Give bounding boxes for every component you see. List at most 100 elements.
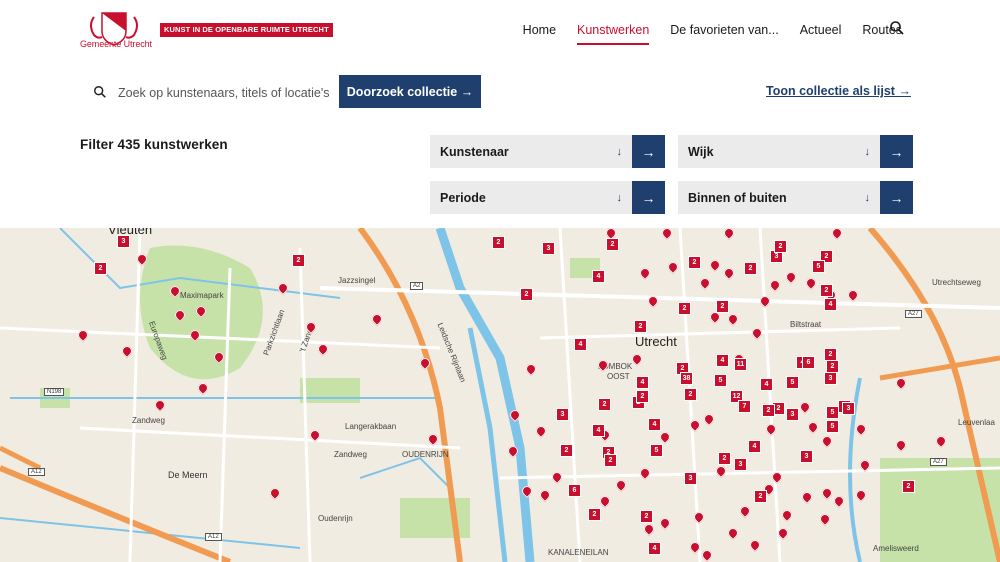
map-cluster-marker[interactable]: 5 — [826, 420, 839, 433]
map-pin-icon[interactable] — [936, 436, 946, 450]
map-cluster-marker[interactable]: 2 — [640, 510, 653, 523]
map-cluster-marker[interactable]: 2 — [902, 480, 915, 493]
map-cluster-marker[interactable]: 11 — [734, 358, 747, 371]
map-cluster-marker[interactable]: 3 — [117, 235, 130, 248]
map-cluster-marker[interactable]: 2 — [774, 240, 787, 253]
map-pin-icon[interactable] — [420, 358, 430, 372]
map-pin-icon[interactable] — [710, 312, 720, 326]
map-cluster-marker[interactable]: 5 — [650, 444, 663, 457]
map-pin-icon[interactable] — [700, 278, 710, 292]
map-cluster-marker[interactable]: 7 — [738, 400, 751, 413]
map-pin-icon[interactable] — [848, 290, 858, 304]
filter-binnen-buiten-select[interactable]: Binnen of buiten ↓ — [678, 181, 880, 214]
map-cluster-marker[interactable]: 3 — [786, 408, 799, 421]
collection-search-input[interactable] — [116, 76, 334, 110]
map-pin-icon[interactable] — [772, 472, 782, 486]
map-cluster-marker[interactable]: 4 — [574, 338, 587, 351]
map-pin-icon[interactable] — [190, 330, 200, 344]
map-pin-icon[interactable] — [716, 466, 726, 480]
map-cluster-marker[interactable]: 4 — [760, 378, 773, 391]
map-pin-icon[interactable] — [786, 272, 796, 286]
map-cluster-marker[interactable]: 2 — [762, 404, 775, 417]
map-cluster-marker[interactable]: 2 — [688, 256, 701, 269]
map-pin-icon[interactable] — [522, 486, 532, 500]
map-pin-icon[interactable] — [806, 278, 816, 292]
map-cluster-marker[interactable]: 3 — [800, 450, 813, 463]
filter-kunstenaar-select[interactable]: Kunstenaar ↓ — [430, 135, 632, 168]
map-cluster-marker[interactable]: 2 — [636, 390, 649, 403]
search-icon[interactable] — [889, 20, 905, 36]
map-cluster-marker[interactable]: 2 — [606, 238, 619, 251]
map-cluster-marker[interactable]: 2 — [820, 284, 833, 297]
nav-actueel[interactable]: Actueel — [800, 23, 842, 41]
map-pin-icon[interactable] — [710, 260, 720, 274]
map-pin-icon[interactable] — [782, 510, 792, 524]
map-cluster-marker[interactable]: 2 — [598, 398, 611, 411]
map-cluster-marker[interactable]: 2 — [684, 388, 697, 401]
map-pin-icon[interactable] — [766, 424, 776, 438]
map-cluster-marker[interactable]: 6 — [802, 356, 815, 369]
map-pin-icon[interactable] — [536, 426, 546, 440]
nav-favorieten[interactable]: De favorieten van... — [670, 23, 778, 41]
map-pin-icon[interactable] — [662, 228, 672, 242]
show-as-list-link[interactable]: Toon collectie als lijst → — [766, 84, 911, 98]
map-cluster-marker[interactable]: 2 — [588, 508, 601, 521]
map-pin-icon[interactable] — [856, 424, 866, 438]
filter-periode-select[interactable]: Periode ↓ — [430, 181, 632, 214]
map-pin-icon[interactable] — [802, 492, 812, 506]
map-cluster-marker[interactable]: 2 — [94, 262, 107, 275]
map-pin-icon[interactable] — [778, 528, 788, 542]
map-cluster-marker[interactable]: 3 — [824, 372, 837, 385]
nav-kunstwerken[interactable]: Kunstwerken — [577, 23, 650, 45]
filter-wijk-select[interactable]: Wijk ↓ — [678, 135, 880, 168]
map-pin-icon[interactable] — [660, 518, 670, 532]
map-pin-icon[interactable] — [508, 446, 518, 460]
map-pin-icon[interactable] — [724, 268, 734, 282]
map-pin-icon[interactable] — [750, 540, 760, 554]
map-pin-icon[interactable] — [526, 364, 536, 378]
map-cluster-marker[interactable]: 3 — [734, 458, 747, 471]
map-cluster-marker[interactable]: 2 — [678, 302, 691, 315]
map-pin-icon[interactable] — [740, 506, 750, 520]
map-cluster-marker[interactable]: 2 — [744, 262, 757, 275]
arrow-right-button[interactable]: → — [632, 135, 665, 168]
map-cluster-marker[interactable]: 5 — [786, 376, 799, 389]
map-pin-icon[interactable] — [760, 296, 770, 310]
map-pin-icon[interactable] — [896, 440, 906, 454]
map-pin-icon[interactable] — [170, 286, 180, 300]
map-pin-icon[interactable] — [306, 322, 316, 336]
map-pin-icon[interactable] — [196, 306, 206, 320]
map-cluster-marker[interactable]: 3 — [542, 242, 555, 255]
map-cluster-marker[interactable]: 2 — [754, 490, 767, 503]
map-cluster-marker[interactable]: 2 — [492, 236, 505, 249]
map-cluster-marker[interactable]: 3 — [556, 408, 569, 421]
map-cluster-marker[interactable]: 38 — [680, 372, 693, 385]
map-cluster-marker[interactable]: 5 — [812, 260, 825, 273]
map-pin-icon[interactable] — [428, 434, 438, 448]
map-pin-icon[interactable] — [122, 346, 132, 360]
map-pin-icon[interactable] — [78, 330, 88, 344]
map-pin-icon[interactable] — [640, 468, 650, 482]
map-pin-icon[interactable] — [704, 414, 714, 428]
map-pin-icon[interactable] — [896, 378, 906, 392]
map-pin-icon[interactable] — [822, 488, 832, 502]
map-pin-icon[interactable] — [832, 228, 842, 242]
map-pin-icon[interactable] — [834, 496, 844, 510]
map-pin-icon[interactable] — [278, 283, 288, 297]
map-cluster-marker[interactable]: 3 — [842, 402, 855, 415]
map-pin-icon[interactable] — [632, 354, 642, 368]
map-pin-icon[interactable] — [694, 512, 704, 526]
map-pin-icon[interactable] — [372, 314, 382, 328]
map-cluster-marker[interactable]: 2 — [560, 444, 573, 457]
map-pin-icon[interactable] — [616, 480, 626, 494]
map-cluster-marker[interactable]: 2 — [718, 452, 731, 465]
map-pin-icon[interactable] — [702, 550, 712, 562]
map-pin-icon[interactable] — [198, 383, 208, 397]
map-cluster-marker[interactable]: 4 — [636, 376, 649, 389]
map-cluster-marker[interactable]: 3 — [684, 472, 697, 485]
map-pin-icon[interactable] — [540, 490, 550, 504]
map-pin-icon[interactable] — [822, 436, 832, 450]
map-pin-icon[interactable] — [724, 228, 734, 242]
map-pin-icon[interactable] — [644, 524, 654, 538]
map-pin-icon[interactable] — [598, 360, 608, 374]
